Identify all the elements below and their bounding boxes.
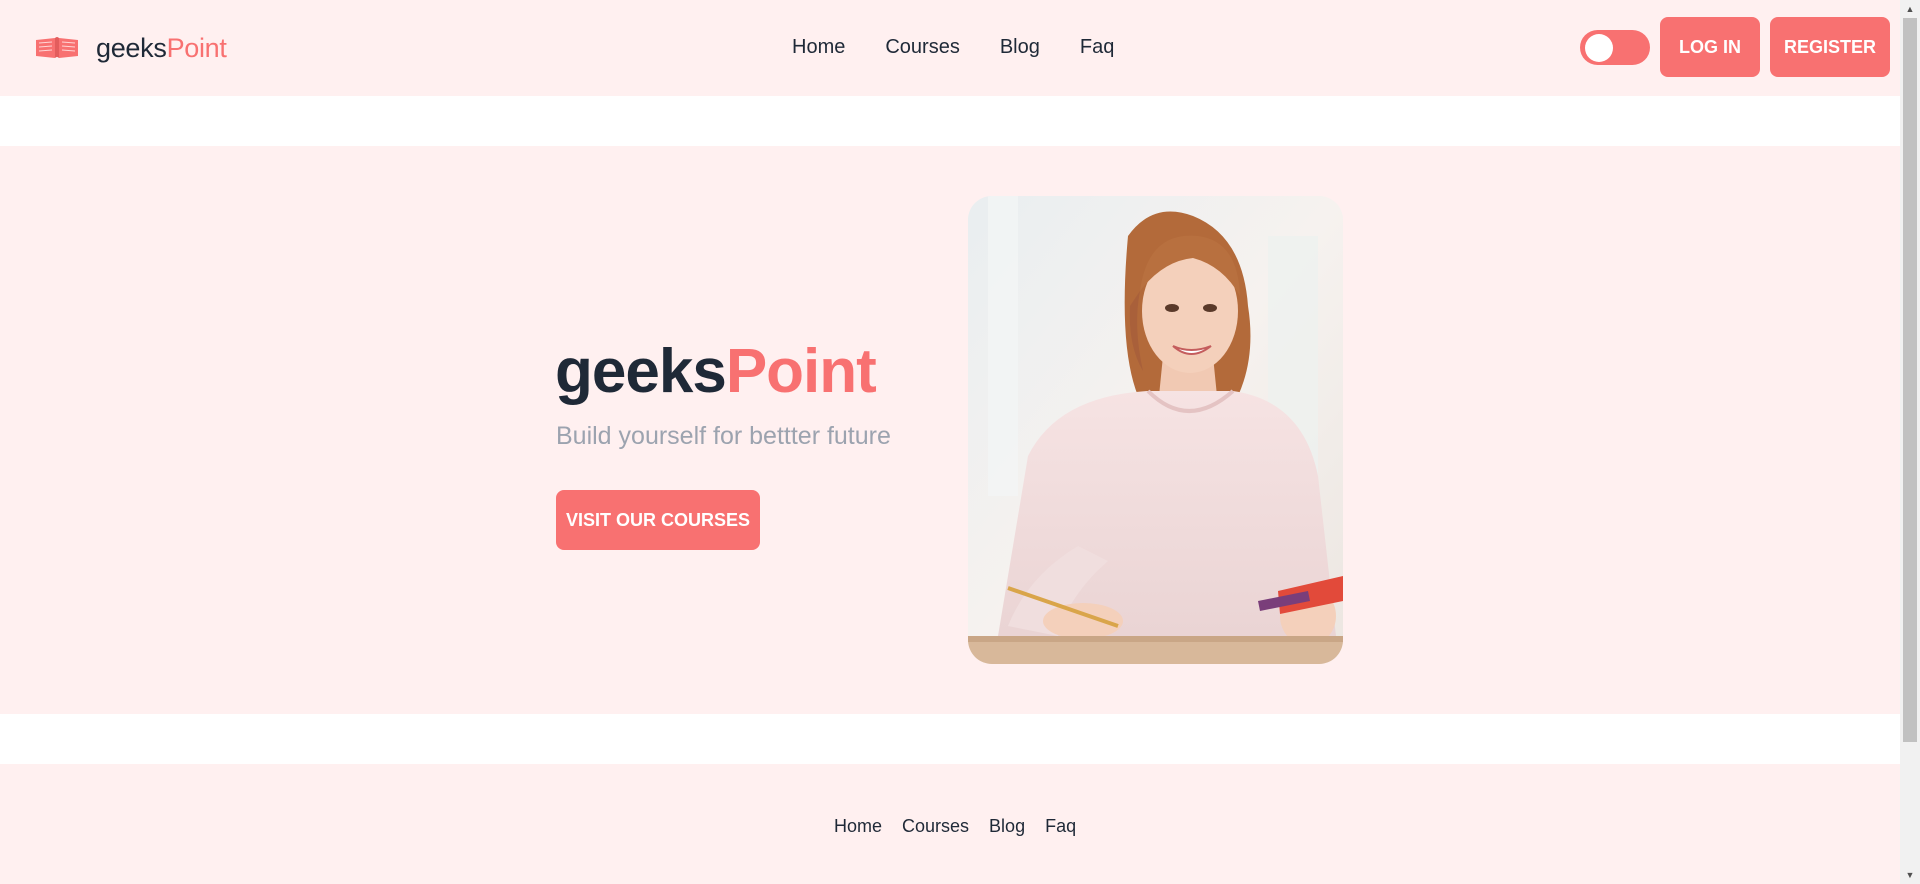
main-nav: Home Courses Blog Faq bbox=[792, 36, 1114, 59]
login-button[interactable]: LOG IN bbox=[1660, 17, 1760, 77]
footer: Home Courses Blog Faq bbox=[0, 764, 1900, 884]
footer-link-courses[interactable]: Courses bbox=[902, 816, 969, 836]
smiling-student-photo bbox=[968, 196, 1343, 664]
nav-link-courses[interactable]: Courses bbox=[885, 36, 959, 58]
brand-logo-link[interactable]: geeksPoint bbox=[34, 30, 227, 66]
scroll-up-arrow-icon[interactable]: ▲ bbox=[1900, 0, 1920, 18]
scroll-down-arrow-icon[interactable]: ▼ bbox=[1900, 866, 1920, 884]
brand-name: geeksPoint bbox=[96, 32, 227, 63]
theme-toggle[interactable] bbox=[1580, 30, 1650, 65]
page: geeksPoint Home Courses Blog Faq LOG IN … bbox=[0, 0, 1900, 884]
footer-link-blog[interactable]: Blog bbox=[989, 816, 1025, 836]
open-book-icon bbox=[36, 37, 78, 58]
footer-nav: Home Courses Blog Faq bbox=[834, 816, 1076, 837]
nav-link-faq[interactable]: Faq bbox=[1080, 36, 1114, 58]
register-button[interactable]: REGISTER bbox=[1770, 17, 1890, 77]
nav-link-blog[interactable]: Blog bbox=[1000, 36, 1040, 58]
hero-title: geeksPoint bbox=[555, 337, 877, 406]
footer-link-home[interactable]: Home bbox=[834, 816, 882, 836]
vertical-scrollbar[interactable]: ▲ ▼ bbox=[1900, 0, 1920, 884]
navbar: geeksPoint Home Courses Blog Faq LOG IN … bbox=[0, 0, 1900, 96]
footer-link-faq[interactable]: Faq bbox=[1045, 816, 1076, 836]
hero-image bbox=[968, 196, 1343, 664]
hero-section: geeksPoint Build yourself for bettter fu… bbox=[0, 146, 1900, 714]
nav-link-home[interactable]: Home bbox=[792, 36, 845, 58]
toggle-knob bbox=[1585, 34, 1613, 62]
scrollbar-thumb[interactable] bbox=[1903, 18, 1917, 742]
hero-subtitle: Build yourself for bettter future bbox=[556, 422, 891, 450]
visit-courses-button[interactable]: VISIT OUR COURSES bbox=[556, 490, 760, 550]
